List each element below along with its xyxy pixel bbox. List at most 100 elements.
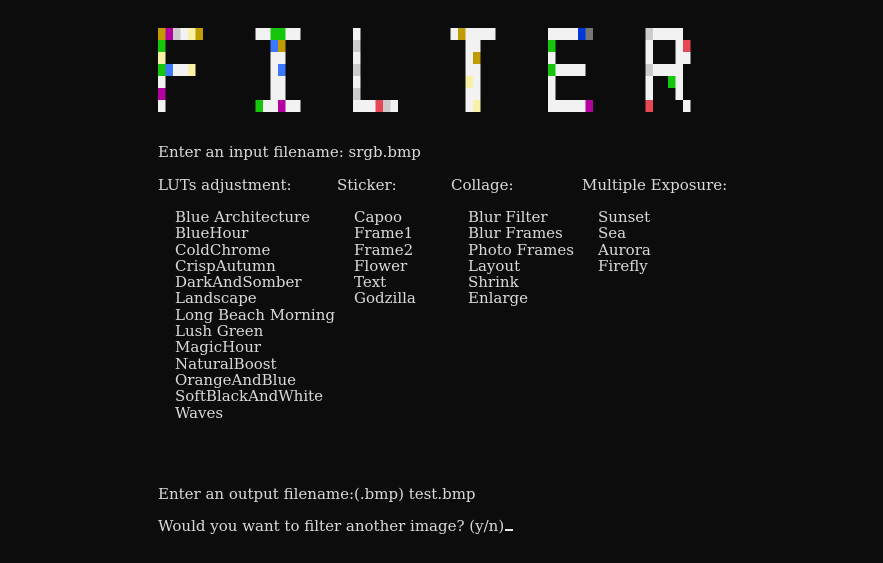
- banner-block: [158, 40, 166, 52]
- banner-block: [285, 100, 293, 112]
- banner-block: [278, 88, 286, 100]
- banner-block: [360, 100, 368, 112]
- banner-block: [675, 76, 683, 88]
- banner-block: [645, 100, 653, 112]
- banner-block: [285, 28, 293, 40]
- banner-block: [645, 88, 653, 100]
- sticker-item: Text: [354, 273, 387, 292]
- luts-item: MagicHour: [175, 338, 262, 357]
- banner-block: [390, 100, 398, 112]
- banner-block: [675, 64, 683, 76]
- banner-block: [255, 100, 263, 112]
- banner-block: [158, 100, 166, 112]
- banner-block: [548, 40, 556, 52]
- luts-item: SoftBlackAndWhite: [175, 387, 324, 406]
- banner-block: [263, 100, 271, 112]
- banner-block: [353, 76, 361, 88]
- banner-block: [165, 28, 173, 40]
- multiple-exposure-list: Sunset Sea Aurora Firefly: [598, 209, 651, 274]
- banner-block: [645, 64, 653, 76]
- sticker-item: Frame2: [354, 240, 414, 259]
- banner-block: [563, 100, 571, 112]
- banner-block: [578, 28, 586, 40]
- collage-item: Blur Frames: [468, 224, 563, 243]
- banner-block: [675, 40, 683, 52]
- banner-block: [668, 28, 676, 40]
- collage-item: Enlarge: [468, 289, 528, 308]
- banner-block: [158, 76, 166, 88]
- exposure-item: Firefly: [598, 256, 648, 275]
- collage-item: Shrink: [468, 273, 519, 292]
- sticker-item: Godzilla: [354, 289, 416, 308]
- banner-block: [173, 28, 181, 40]
- banner-block: [158, 28, 166, 40]
- banner-block: [158, 88, 166, 100]
- banner-block: [548, 28, 556, 40]
- banner-block: [278, 64, 286, 76]
- banner-block: [645, 76, 653, 88]
- luts-item: Waves: [175, 403, 224, 422]
- banner-block: [465, 88, 473, 100]
- filter-again-line[interactable]: Would you want to filter another image? …: [158, 518, 514, 534]
- banner-block: [173, 64, 181, 76]
- luts-item: OrangeAndBlue: [175, 370, 297, 389]
- banner-block: [450, 28, 458, 40]
- filter-banner: [158, 28, 691, 112]
- banner-block: [270, 100, 278, 112]
- input-filename-prompt: Enter an input filename: srgb.bmp: [158, 143, 421, 161]
- multiple-exposure-header: Multiple Exposure:: [582, 176, 728, 194]
- sticker-item: Frame1: [354, 224, 414, 243]
- banner-block: [158, 52, 166, 64]
- banner-block: [555, 28, 563, 40]
- exposure-item: Sea: [598, 224, 627, 243]
- banner-block: [570, 64, 578, 76]
- luts-item: ColdChrome: [175, 240, 271, 259]
- banner-block: [548, 88, 556, 100]
- banner-block: [660, 28, 668, 40]
- banner-block: [585, 28, 593, 40]
- banner-block: [548, 100, 556, 112]
- collage-list: Blur Filter Blur Frames Photo Frames Lay…: [468, 209, 574, 307]
- banner-block: [465, 64, 473, 76]
- banner-block: [683, 40, 691, 52]
- sticker-header: Sticker:: [337, 176, 397, 194]
- console-window: Enter an input filename: srgb.bmp LUTs a…: [0, 0, 883, 563]
- banner-block: [473, 28, 481, 40]
- luts-item: NaturalBoost: [175, 354, 277, 373]
- banner-block: [368, 100, 376, 112]
- collage-item: Photo Frames: [468, 240, 574, 259]
- luts-item: Lush Green: [175, 322, 264, 341]
- banner-block: [683, 100, 691, 112]
- banner-block: [563, 28, 571, 40]
- banner-block: [465, 76, 473, 88]
- banner-block: [675, 52, 683, 64]
- banner-block: [645, 28, 653, 40]
- banner-block: [488, 28, 496, 40]
- collage-header: Collage:: [451, 176, 514, 194]
- banner-block: [465, 28, 473, 40]
- banner-block: [480, 28, 488, 40]
- banner-block: [683, 52, 691, 64]
- banner-block: [180, 28, 188, 40]
- sticker-list: Capoo Frame1 Frame2 Flower Text Godzilla: [354, 209, 416, 307]
- banner-block: [668, 64, 676, 76]
- banner-block: [473, 52, 481, 64]
- banner-block: [548, 76, 556, 88]
- banner-block: [278, 28, 286, 40]
- banner-block: [353, 28, 361, 40]
- banner-block: [188, 64, 196, 76]
- sticker-item: Capoo: [354, 208, 403, 226]
- banner-block: [548, 52, 556, 64]
- banner-block: [555, 100, 563, 112]
- banner-block: [383, 100, 391, 112]
- exposure-item: Aurora: [598, 240, 651, 259]
- banner-block: [263, 28, 271, 40]
- banner-block: [465, 40, 473, 52]
- banner-block: [278, 76, 286, 88]
- banner-block: [180, 64, 188, 76]
- banner-block: [293, 100, 301, 112]
- banner-block: [375, 100, 383, 112]
- banner-block: [353, 100, 361, 112]
- banner-block: [255, 28, 263, 40]
- collage-item: Blur Filter: [468, 208, 548, 226]
